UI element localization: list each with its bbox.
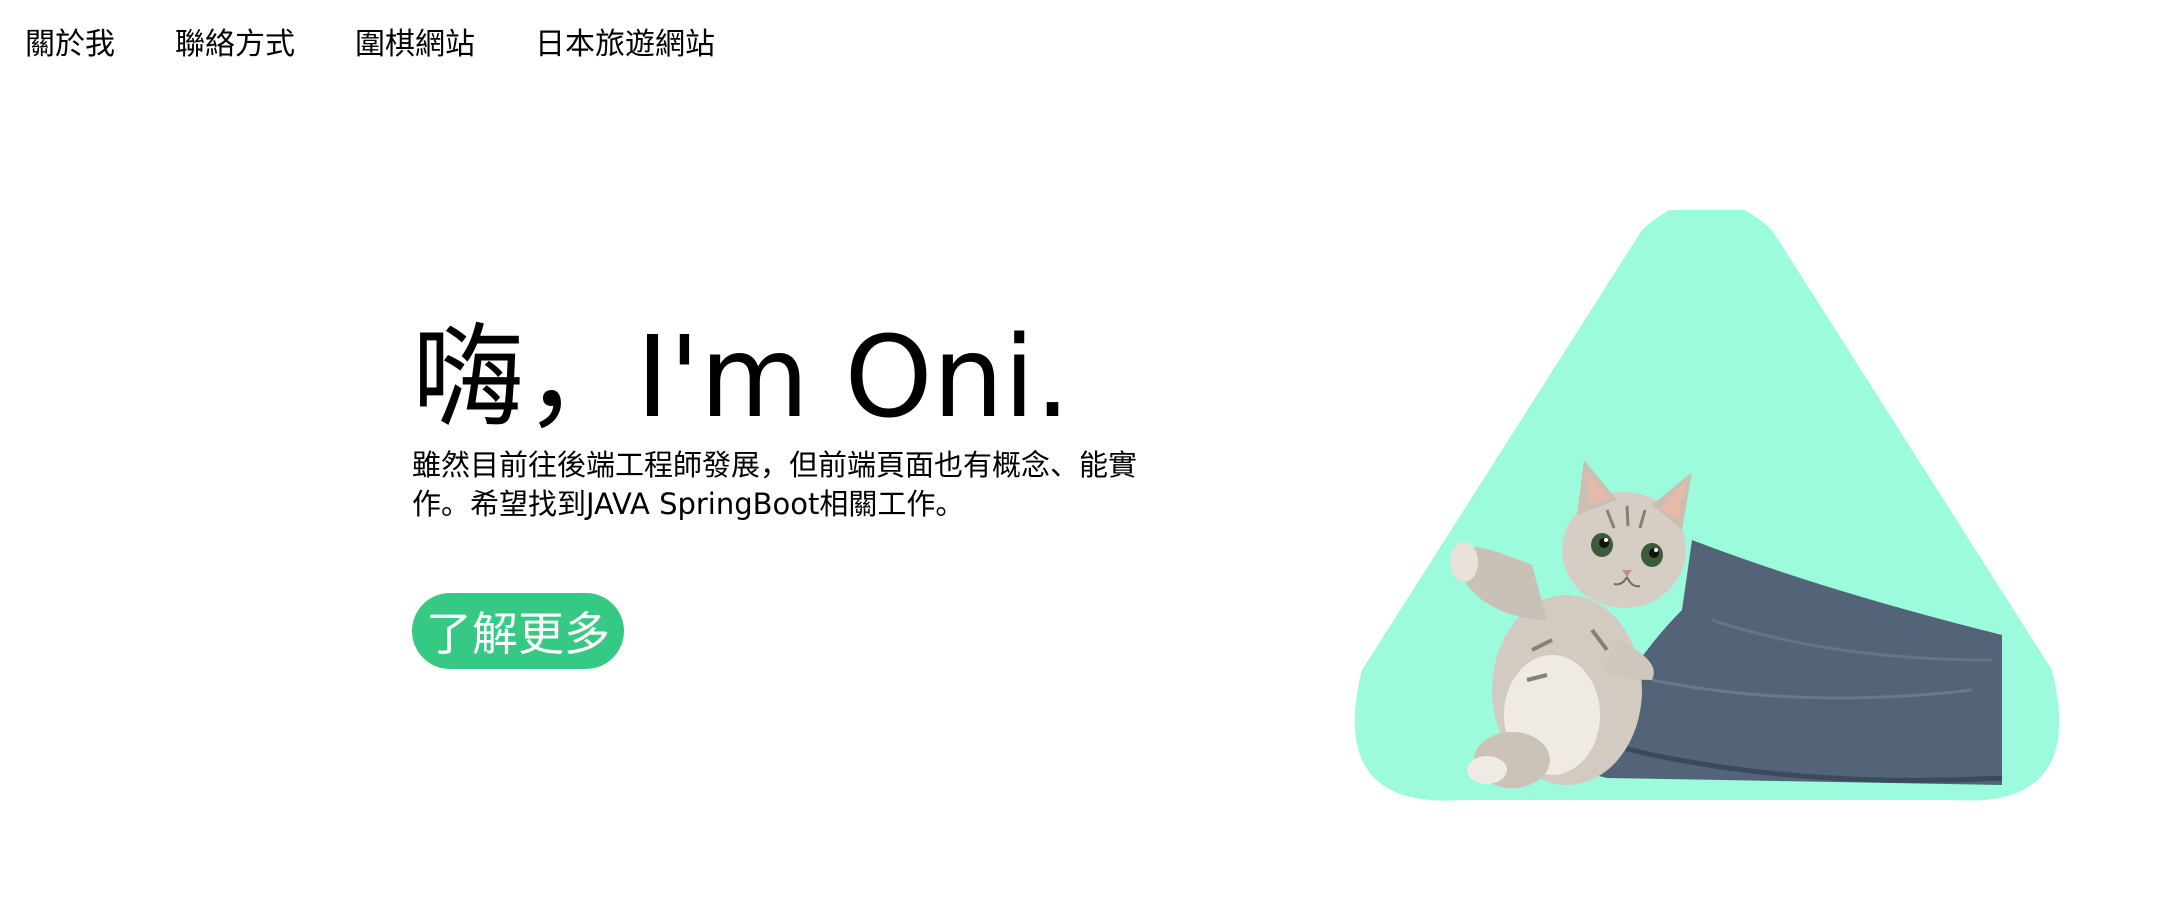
hero-description: 雖然目前往後端工程師發展，但前端頁面也有概念、能實作。希望找到JAVA Spri… bbox=[412, 447, 1138, 521]
nav-link-about-me[interactable]: 關於我 bbox=[25, 30, 115, 60]
hero-illustration bbox=[1352, 200, 2062, 810]
hero-intro: 嗨，I'm Oni. 雖然目前往後端工程師發展，但前端頁面也有概念、能實作。希望… bbox=[412, 313, 1192, 524]
top-navigation: 關於我 聯絡方式 圍棋網站 日本旅遊網站 bbox=[0, 0, 775, 90]
nav-link-contact[interactable]: 聯絡方式 bbox=[175, 30, 295, 60]
learn-more-button[interactable]: 了解更多 bbox=[412, 593, 624, 669]
nav-link-go-website[interactable]: 圍棋網站 bbox=[355, 30, 475, 60]
triangle-cat-image bbox=[1354, 200, 2060, 801]
hero-title: 嗨，I'm Oni. bbox=[412, 313, 1071, 443]
nav-link-japan-travel-website[interactable]: 日本旅遊網站 bbox=[535, 30, 715, 60]
